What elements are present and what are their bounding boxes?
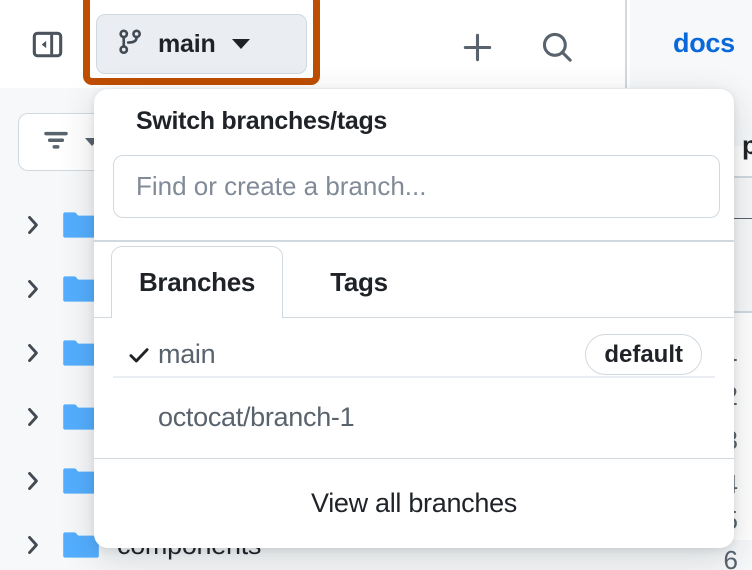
branch-selector-label: main <box>158 30 216 59</box>
view-all-branches-button[interactable]: View all branches <box>94 459 734 548</box>
popover-divider <box>94 240 734 242</box>
plus-icon[interactable] <box>455 25 499 69</box>
app-root: pe od 1 2 3 4 5 6 6 <box>0 0 752 570</box>
list-divider <box>113 376 715 378</box>
tab-tags[interactable]: Tags <box>294 246 424 318</box>
branch-search-input[interactable] <box>113 155 720 218</box>
filter-icon <box>41 129 71 156</box>
chevron-right-icon <box>22 534 44 556</box>
content-fragment-1: pe <box>742 130 752 161</box>
docs-breadcrumb-link[interactable]: docs <box>673 28 735 59</box>
tab-branches[interactable]: Branches <box>111 246 283 318</box>
tab-underline <box>94 317 111 319</box>
check-icon <box>127 343 151 367</box>
branch-switch-popover: Switch branches/tags Branches Tags main … <box>94 89 734 548</box>
git-branch-icon <box>117 28 144 61</box>
popover-tablist: Branches Tags <box>94 246 734 318</box>
line-number: 6 <box>724 545 738 570</box>
branch-item-label: octocat/branch-1 <box>158 402 354 433</box>
branch-item-octocat-branch-1[interactable]: octocat/branch-1 <box>94 387 734 448</box>
chevron-right-icon <box>22 214 44 236</box>
sidebar-collapse-icon[interactable] <box>31 28 64 61</box>
branch-item-label: main <box>158 339 215 370</box>
chevron-right-icon <box>22 278 44 300</box>
chevron-right-icon <box>22 406 44 428</box>
popover-title: Switch branches/tags <box>136 107 387 136</box>
topbar-divider <box>625 0 627 88</box>
chevron-down-icon <box>232 39 250 49</box>
tab-branches-label: Branches <box>139 267 255 298</box>
search-icon[interactable] <box>535 25 579 69</box>
branch-selector-button[interactable]: main <box>96 14 307 74</box>
chevron-right-icon <box>22 470 44 492</box>
chevron-right-icon <box>22 342 44 364</box>
status-badge: default <box>585 334 702 375</box>
tab-underline <box>283 317 734 319</box>
tab-tags-label: Tags <box>330 267 388 298</box>
